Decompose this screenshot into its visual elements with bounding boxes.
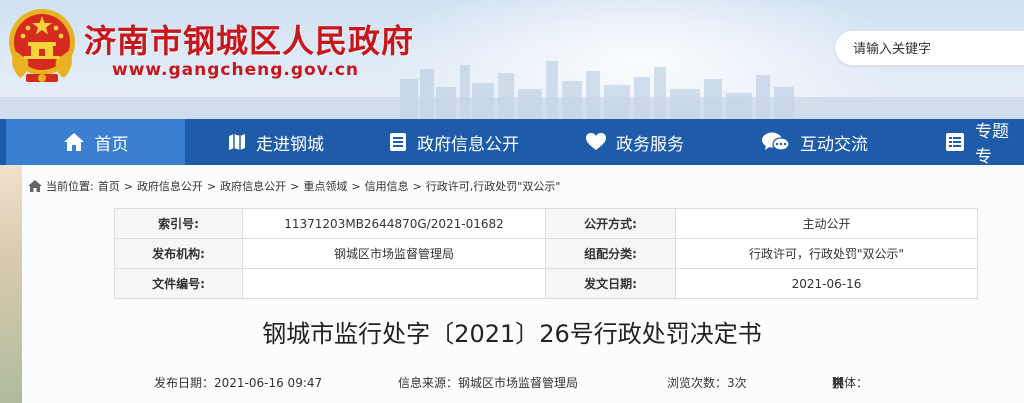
breadcrumb: 当前位置: 首页 > 政府信息公开 > 政府信息公开 > 重点领域 > 信用信息…: [28, 178, 560, 194]
nav-label-interaction: 互动交流: [800, 134, 868, 155]
document-meta: 发布日期：2021-06-16 09:47 信息来源：钢城区市场监督管理局 浏览…: [0, 374, 1024, 392]
table-row: 索引号: 11371203MB2644870G/2021-01682 公开方式:…: [114, 208, 978, 239]
breadcrumb-separator: >: [123, 179, 133, 193]
document-list-icon: [390, 133, 406, 151]
main-nav: 首页 走进钢城 政府信息公开 政务服务 互动交流 专题专: [0, 119, 1024, 167]
nav-item-home[interactable]: 首页: [6, 119, 185, 165]
info-source: 信息来源：钢城区市场监督管理局: [398, 376, 579, 390]
index-number-value: 11371203MB2644870G/2021-01682: [242, 208, 546, 239]
breadcrumb-credit-info[interactable]: 信用信息: [365, 178, 409, 194]
nav-item-gov-info[interactable]: 政府信息公开: [389, 119, 519, 165]
breadcrumb-separator: >: [412, 179, 422, 193]
index-number-label: 索引号:: [114, 208, 243, 239]
chat-bubbles-icon: [762, 132, 790, 151]
table-row: 发布机构: 钢城区市场监督管理局 组配分类: 行政许可，行政处罚"双公示": [114, 238, 978, 269]
issue-date-label: 发文日期:: [545, 268, 676, 299]
topic-list-icon: [946, 133, 964, 151]
breadcrumb-gov-info[interactable]: 政府信息公开: [137, 178, 203, 194]
site-header: 济南市钢城区人民政府 www.gangcheng.gov.cn: [0, 0, 1024, 119]
nav-label-gov-info: 政府信息公开: [417, 134, 519, 155]
document-info-table: 索引号: 11371203MB2644870G/2021-01682 公开方式:…: [114, 208, 978, 299]
disclosure-method-label: 公开方式:: [545, 208, 676, 239]
breadcrumb-key-areas[interactable]: 重点领域: [303, 178, 347, 194]
category-label: 组配分类:: [545, 238, 676, 269]
nav-item-interaction[interactable]: 互动交流: [762, 119, 868, 165]
document-title: 钢城市监行处字〔2021〕26号行政处罚决定书: [262, 320, 762, 348]
file-number-value: [242, 268, 546, 299]
breadcrumb-separator: >: [206, 179, 217, 193]
site-url: www.gangcheng.gov.cn: [112, 60, 360, 80]
publish-date: 发布日期：2021-06-16 09:47: [154, 376, 323, 390]
home-icon: [63, 133, 84, 151]
nav-label-home: 首页: [94, 134, 129, 155]
nav-label-topics: 专题专: [975, 122, 1009, 167]
nav-item-about[interactable]: 走进钢城: [228, 119, 324, 165]
publisher-value: 钢城区市场监督管理局: [242, 238, 546, 269]
search-box: [834, 30, 1024, 66]
nav-label-about: 走进钢城: [256, 134, 324, 155]
map-icon: [229, 134, 245, 150]
side-decoration: [0, 165, 22, 403]
issue-date-value: 2021-06-16: [675, 268, 978, 299]
category-value: 行政许可，行政处罚"双公示": [675, 238, 978, 269]
table-row: 文件编号: 发文日期: 2021-06-16: [114, 268, 978, 299]
breadcrumb-separator: >: [351, 179, 361, 193]
disclosure-method-value: 主动公开: [675, 208, 978, 239]
publisher-label: 发布机构:: [114, 238, 243, 269]
breadcrumb-separator: >: [290, 179, 300, 193]
home-small-icon: [28, 180, 42, 192]
view-count: 浏览次数：3次: [667, 376, 747, 390]
nav-item-services[interactable]: 政务服务: [586, 119, 684, 165]
site-name: 济南市钢城区人民政府: [84, 22, 415, 60]
breadcrumb-home[interactable]: 首页: [98, 178, 120, 194]
heart-icon: [586, 133, 606, 150]
nav-item-topics[interactable]: 专题专: [945, 119, 1024, 167]
search-input[interactable]: [853, 39, 1023, 59]
breadcrumb-prefix: 当前位置:: [46, 180, 94, 193]
national-emblem: [9, 9, 75, 82]
file-number-label: 文件编号:: [114, 268, 243, 299]
nav-label-services: 政务服务: [616, 134, 684, 155]
breadcrumb-current[interactable]: 行政许可,行政处罚"双公示": [426, 178, 561, 194]
breadcrumb-gov-info-2[interactable]: 政府信息公开: [220, 178, 286, 194]
bracket-close: 】: [832, 376, 845, 390]
